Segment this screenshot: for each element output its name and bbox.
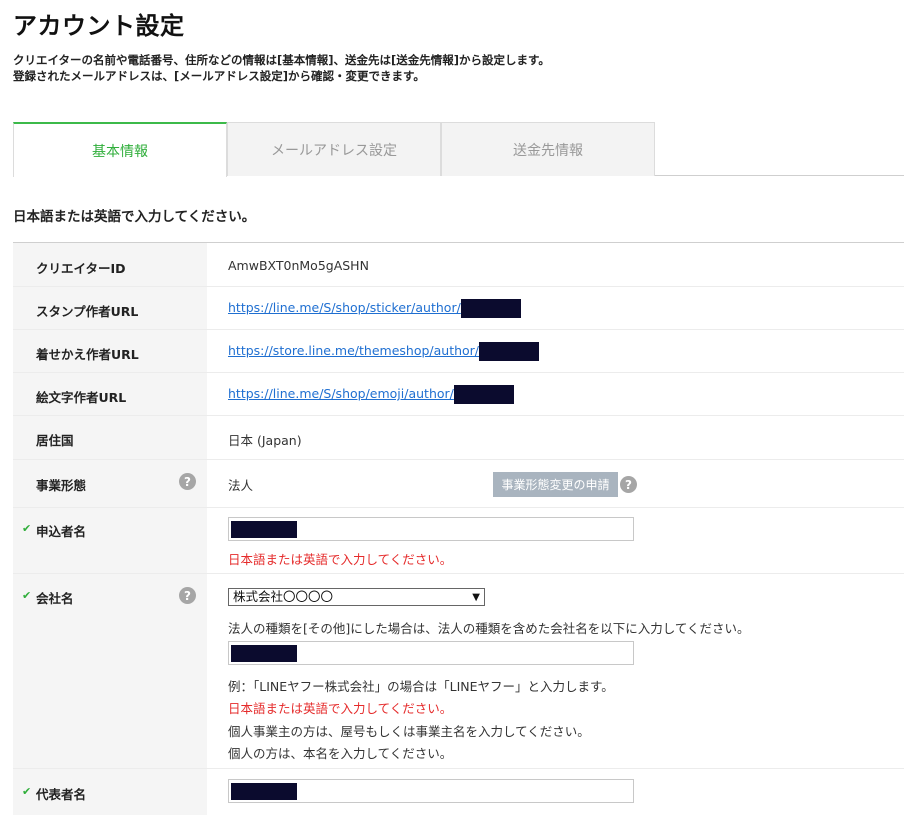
representative-name-label: 代表者名: [36, 787, 87, 802]
creator-id-value: AmwBXT0nMo5gASHN: [228, 258, 369, 273]
row-country: 居住国 日本 (Japan): [13, 416, 904, 460]
page-intro: クリエイターの名前や電話番号、住所などの情報は[基本情報]、送金先は[送金先情報…: [13, 52, 550, 84]
question-circle-icon[interactable]: ?: [620, 476, 637, 493]
theme-url-label: 着せかえ作者URL: [36, 347, 139, 362]
intro-line-2: 登録されたメールアドレスは、[メールアドレス設定]から確認・変更できます。: [13, 69, 425, 83]
country-value: 日本 (Japan): [228, 433, 302, 448]
emoji-author-link[interactable]: https://line.me/S/shop/emoji/author/: [228, 386, 454, 401]
row-company-name: ✔ 会社名 ? 株式会社〇〇〇〇 ▼ 法人の種類を[その他]にした場合は、法人の…: [13, 574, 904, 769]
business-type-label: 事業形態: [36, 478, 87, 493]
intro-line-1: クリエイターの名前や電話番号、住所などの情報は[基本情報]、送金先は[送金先情報…: [13, 53, 550, 67]
sticker-author-link[interactable]: https://line.me/S/shop/sticker/author/: [228, 300, 461, 315]
row-emoji-url: 絵文字作者URL https://line.me/S/shop/emoji/au…: [13, 373, 904, 416]
tab-bar: 基本情報 メールアドレス設定 送金先情報: [13, 122, 904, 177]
chevron-down-icon: ▼: [472, 592, 480, 603]
account-form: クリエイターID AmwBXT0nMo5gASHN スタンプ作者URL http…: [13, 242, 904, 815]
company-type-select[interactable]: 株式会社〇〇〇〇 ▼: [228, 588, 485, 606]
company-name-input[interactable]: [228, 641, 634, 665]
redaction-block: [479, 342, 540, 361]
tab-email-settings[interactable]: メールアドレス設定: [227, 122, 441, 176]
company-name-label: 会社名: [36, 591, 74, 606]
redaction-block: [453, 385, 514, 404]
representative-name-input[interactable]: [228, 779, 634, 803]
language-note: 日本語または英語で入力してください。: [13, 209, 256, 225]
row-creator-id: クリエイターID AmwBXT0nMo5gASHN: [13, 243, 904, 287]
redaction-block: [460, 299, 521, 318]
question-circle-icon[interactable]: ?: [179, 473, 196, 490]
individual-note: 個人の方は、本名を入力してください。: [228, 746, 453, 761]
theme-author-link[interactable]: https://store.line.me/themeshop/author/: [228, 343, 479, 358]
page-title: アカウント設定: [13, 12, 185, 40]
company-type-selected: 株式会社〇〇〇〇: [233, 589, 334, 604]
row-sticker-url: スタンプ作者URL https://line.me/S/shop/sticker…: [13, 287, 904, 330]
row-representative-name: ✔ 代表者名: [13, 769, 904, 815]
applicant-name-label: 申込者名: [36, 524, 87, 539]
check-icon: ✔: [22, 522, 32, 535]
redaction-block: [231, 521, 297, 538]
row-business-type: 事業形態 ? 法人 事業形態変更の申請 ?: [13, 460, 904, 508]
redaction-block: [231, 783, 297, 800]
sticker-url-label: スタンプ作者URL: [36, 304, 139, 319]
question-circle-icon[interactable]: ?: [179, 587, 196, 604]
sole-proprietor-note: 個人事業主の方は、屋号もしくは事業主名を入力してください。: [228, 724, 590, 739]
check-icon: ✔: [22, 589, 32, 602]
business-type-change-button[interactable]: 事業形態変更の申請: [493, 472, 618, 497]
applicant-name-error: 日本語または英語で入力してください。: [228, 552, 453, 567]
company-type-note: 法人の種類を[その他]にした場合は、法人の種類を含めた会社名を以下に入力してくだ…: [228, 621, 750, 636]
tab-basic-info[interactable]: 基本情報: [13, 122, 227, 177]
check-icon: ✔: [22, 785, 32, 798]
country-label: 居住国: [36, 433, 74, 448]
applicant-name-input[interactable]: [228, 517, 634, 541]
row-theme-url: 着せかえ作者URL https://store.line.me/themesho…: [13, 330, 904, 373]
row-applicant-name: ✔ 申込者名 日本語または英語で入力してください。: [13, 508, 904, 574]
emoji-url-label: 絵文字作者URL: [36, 390, 127, 405]
creator-id-label: クリエイターID: [36, 261, 126, 276]
company-example-note: 例：「LINEヤフー株式会社」の場合は「LINEヤフー」と入力します。: [228, 679, 614, 694]
redaction-block: [231, 645, 297, 662]
company-name-error: 日本語または英語で入力してください。: [228, 701, 453, 716]
tab-remittance-info[interactable]: 送金先情報: [441, 122, 655, 176]
business-type-value: 法人: [228, 478, 254, 493]
